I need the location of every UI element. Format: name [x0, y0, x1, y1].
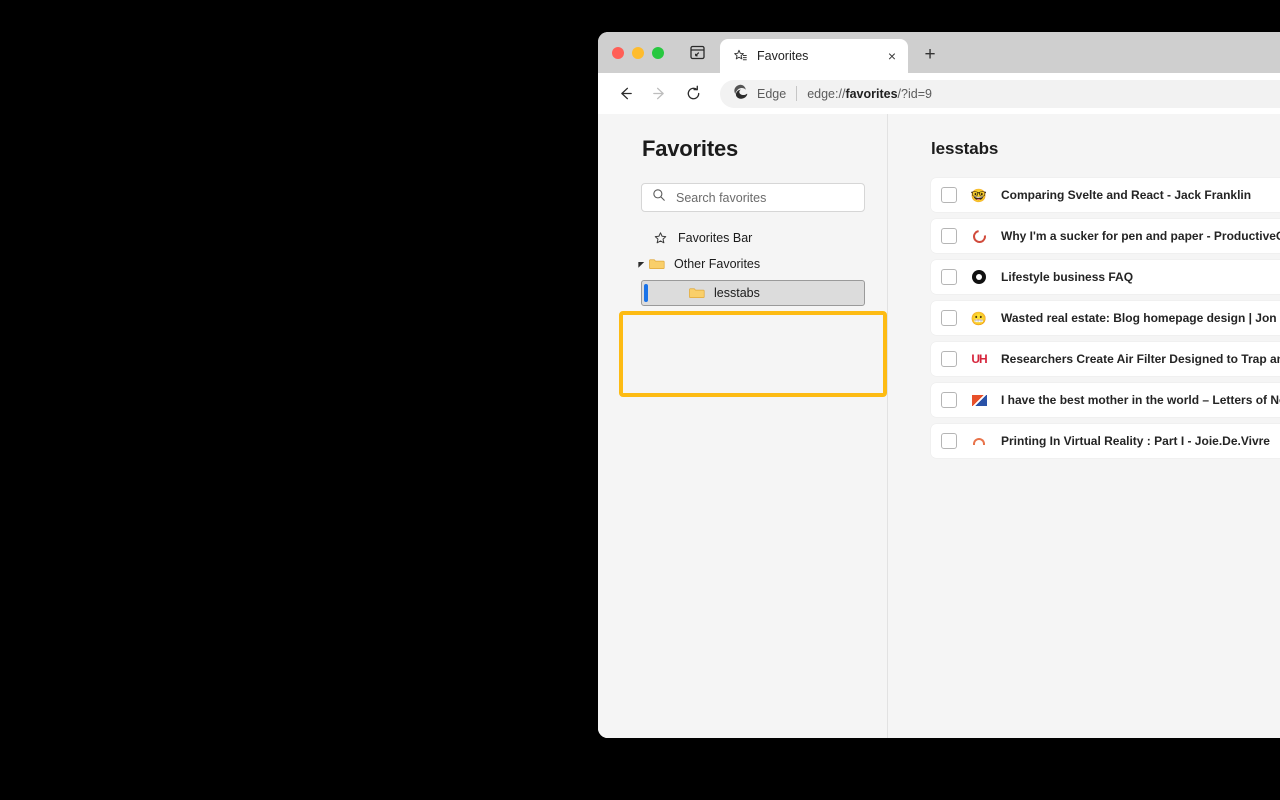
grimacing-face-emoji-icon: 😬 — [970, 310, 988, 326]
favorites-sidebar: Favorites Favorites — [598, 114, 888, 738]
bookmark-row[interactable]: 😬 Wasted real estate: Blog homepage desi… — [931, 301, 1280, 335]
bookmark-checkbox[interactable] — [941, 433, 957, 449]
sidebar-item-favorites-bar[interactable]: Favorites Bar — [598, 225, 887, 251]
sidebar-item-label: lesstabs — [714, 286, 760, 300]
bookmark-title: I have the best mother in the world – Le… — [1001, 393, 1280, 407]
black-bullseye-icon — [971, 269, 987, 285]
folder-icon — [688, 285, 705, 301]
bookmarks-pane: lesstabs 🤓 Comparing Svelte and React - … — [888, 114, 1280, 738]
bookmark-row[interactable]: I have the best mother in the world – Le… — [931, 383, 1280, 417]
bookmark-checkbox[interactable] — [941, 187, 957, 203]
browser-window: Favorites × + Edge edge://favorites/?id=… — [598, 32, 1280, 738]
browser-toolbar: Edge edge://favorites/?id=9 — [598, 73, 1280, 114]
bookmark-title: Lifestyle business FAQ — [1001, 270, 1134, 284]
edge-brand-label: Edge — [757, 86, 787, 101]
favorites-star-icon — [732, 48, 748, 64]
address-bar[interactable]: Edge edge://favorites/?id=9 — [720, 79, 1280, 108]
star-icon — [652, 231, 669, 246]
new-tab-button[interactable]: + — [916, 41, 944, 69]
bookmark-checkbox[interactable] — [941, 392, 957, 408]
minimize-window-button[interactable] — [632, 46, 644, 59]
envelope-icon — [971, 392, 987, 408]
nerd-face-emoji-icon: 🤓 — [970, 187, 988, 203]
favorites-tree: Favorites Bar Other Favorites lesstabs — [598, 225, 887, 306]
sidebar-item-lesstabs[interactable]: lesstabs — [641, 280, 865, 306]
close-tab-button[interactable]: × — [882, 46, 902, 66]
bookmark-checkbox[interactable] — [941, 269, 957, 285]
chevron-expanded-icon[interactable] — [634, 260, 648, 269]
url-prefix: edge:// — [807, 86, 846, 101]
forward-button[interactable] — [644, 79, 674, 109]
tab-strip: Favorites × + — [598, 32, 1280, 73]
search-input[interactable] — [676, 190, 854, 205]
folder-icon — [648, 256, 665, 272]
search-icon — [652, 188, 666, 207]
tab-title: Favorites — [757, 49, 809, 63]
address-url: edge://favorites/?id=9 — [807, 87, 932, 101]
bookmark-checkbox[interactable] — [941, 351, 957, 367]
uh-logo-icon: UH — [971, 352, 987, 366]
tab-actions-icon[interactable] — [684, 32, 710, 73]
page-title: Favorites — [642, 136, 739, 161]
favorites-page: Favorites Favorites — [598, 114, 1280, 738]
folder-title: lesstabs — [931, 139, 999, 158]
back-button[interactable] — [610, 79, 640, 109]
bookmark-row[interactable]: Why I'm a sucker for pen and paper - Pro… — [931, 219, 1280, 253]
close-window-button[interactable] — [612, 46, 624, 59]
bookmark-row[interactable]: UH Researchers Create Air Filter Designe… — [931, 342, 1280, 376]
bookmark-row[interactable]: 🤓 Comparing Svelte and React - Jack Fran… — [931, 178, 1280, 212]
bookmark-title: Wasted real estate: Blog homepage design… — [1001, 311, 1280, 325]
bookmark-title: Printing In Virtual Reality : Part I - J… — [1001, 434, 1270, 448]
sidebar-item-label: Favorites Bar — [678, 231, 753, 245]
reload-button[interactable] — [678, 79, 708, 109]
bookmark-row[interactable]: Printing In Virtual Reality : Part I - J… — [931, 424, 1280, 458]
annotation-highlight-box — [619, 311, 887, 397]
bookmark-checkbox[interactable] — [941, 310, 957, 326]
traffic-light-buttons — [608, 32, 670, 73]
bookmark-title: Researchers Create Air Filter Designed t… — [1001, 352, 1280, 366]
bookmark-row[interactable]: Lifestyle business FAQ — [931, 260, 1280, 294]
address-divider — [796, 86, 798, 101]
url-host: favorites — [845, 86, 898, 101]
bookmark-title: Comparing Svelte and React - Jack Frankl… — [1001, 188, 1252, 202]
url-suffix: /?id=9 — [897, 86, 932, 101]
bookmark-title: Why I'm a sucker for pen and paper - Pro… — [1001, 229, 1280, 243]
edge-logo-icon — [734, 84, 749, 104]
maximize-window-button[interactable] — [652, 46, 664, 59]
bookmark-checkbox[interactable] — [941, 228, 957, 244]
selection-indicator — [644, 284, 648, 302]
orange-arch-icon — [971, 433, 987, 449]
browser-tab[interactable]: Favorites × — [720, 39, 908, 73]
sidebar-item-label: Other Favorites — [674, 257, 761, 271]
bookmark-list: 🤓 Comparing Svelte and React - Jack Fran… — [931, 178, 1280, 458]
red-ring-icon — [969, 226, 989, 246]
search-favorites-box[interactable] — [641, 183, 865, 212]
sidebar-item-other-favorites[interactable]: Other Favorites — [598, 251, 887, 277]
